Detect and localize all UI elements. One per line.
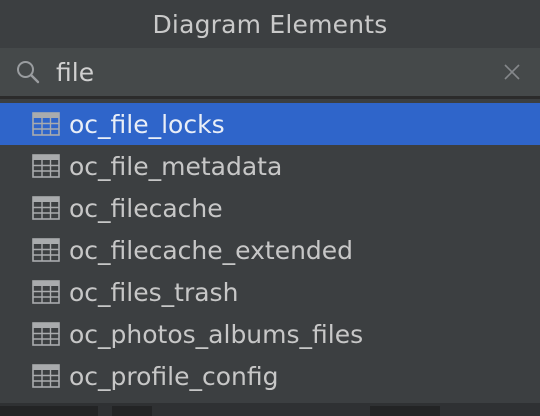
underlying-editor-strip	[0, 403, 540, 416]
list-item-label: oc_filecache	[69, 193, 223, 223]
table-icon	[32, 154, 60, 178]
list-item[interactable]: oc_filecache_extended	[0, 229, 540, 271]
list-item[interactable]: oc_profile_config	[0, 355, 540, 397]
list-item[interactable]: oc_file_metadata	[0, 145, 540, 187]
popup-title: Diagram Elements	[0, 0, 540, 48]
list-item[interactable]: oc_photos_albums_files	[0, 313, 540, 355]
list-item-label: oc_file_metadata	[69, 151, 283, 181]
table-icon	[32, 238, 60, 262]
close-icon[interactable]	[500, 60, 524, 84]
list-item-label: oc_profile_config	[69, 361, 279, 391]
table-icon	[32, 322, 60, 346]
list-item-label: oc_file_locks	[69, 109, 225, 139]
search-input[interactable]	[56, 54, 486, 90]
list-item[interactable]: oc_file_locks	[0, 103, 540, 145]
diagram-elements-popup: Diagram Elements oc_file_locks oc_file_me…	[0, 0, 540, 416]
table-icon	[32, 196, 60, 220]
list-item-label: oc_filecache_extended	[69, 235, 354, 265]
search-bar	[0, 48, 540, 96]
list-item-label: oc_files_trash	[69, 277, 239, 307]
table-icon	[32, 280, 60, 304]
table-icon	[32, 112, 60, 136]
search-icon	[17, 61, 40, 84]
list-item[interactable]: oc_files_trash	[0, 271, 540, 313]
table-icon	[32, 364, 60, 388]
list-item-label: oc_photos_albums_files	[69, 319, 364, 349]
list-item[interactable]: oc_filecache	[0, 187, 540, 229]
element-list: oc_file_locks oc_file_metadata oc_filecach…	[0, 103, 540, 397]
